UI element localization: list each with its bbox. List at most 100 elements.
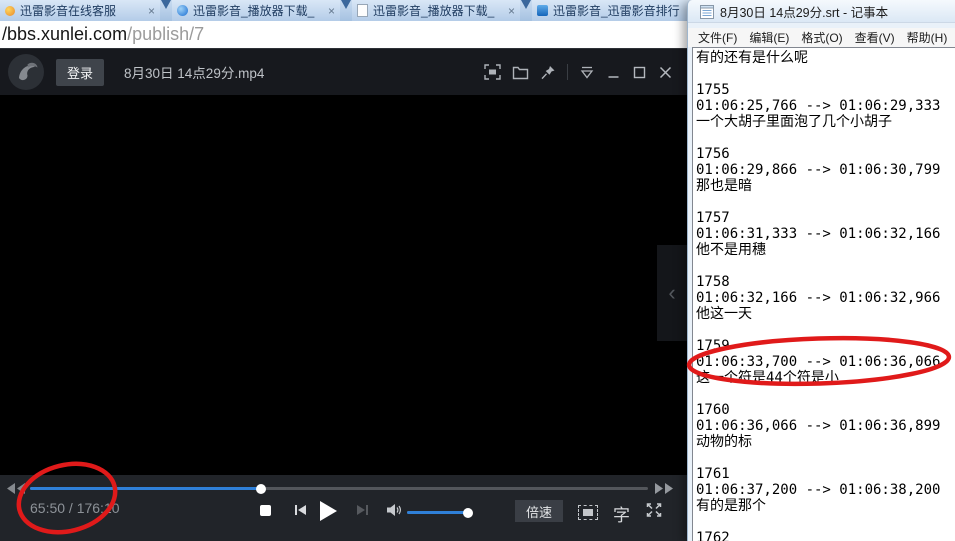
playback-speed-button[interactable]: 倍速 <box>515 500 563 522</box>
player-control-bar: 65:50 / 176:10 倍速 字 <box>0 475 687 541</box>
text-line: 1762 <box>696 530 730 541</box>
notepad-titlebar[interactable]: 8月30日 14点29分.srt - 记事本 <box>688 0 955 23</box>
text-line: 01:06:37,200 --> 01:06:38,200 <box>696 482 941 498</box>
text-line <box>696 450 955 466</box>
text-line: 1758 <box>696 274 730 290</box>
login-button[interactable]: 登录 <box>56 58 105 86</box>
text-line: 1761 <box>696 466 730 482</box>
text-line: 01:06:29,866 --> 01:06:30,799 <box>696 162 941 178</box>
url-host-text: /bbs.xunlei.com <box>2 24 128 44</box>
player-titlebar-icons <box>484 64 687 80</box>
notepad-window: 8月30日 14点29分.srt - 记事本 文件(F) 编辑(E) 格式(O) 查看… <box>687 0 955 541</box>
seek-forward-icon[interactable] <box>654 483 674 494</box>
menu-item[interactable]: 查看(V) <box>849 27 901 48</box>
volume-icon[interactable] <box>386 503 402 517</box>
tab-label: 迅雷影音_播放器下载_ <box>373 4 495 18</box>
text-line: 动物的标 <box>696 434 752 450</box>
text-line <box>696 194 955 210</box>
menu-item[interactable]: 编辑(E) <box>743 27 795 48</box>
progress-knob[interactable] <box>256 483 267 494</box>
titlebar-separator <box>567 64 568 80</box>
menu-item[interactable]: 文件(F) <box>692 27 743 48</box>
mini-window-icon-fill <box>583 509 593 516</box>
browser-tab[interactable]: 迅雷影音_播放器下载_ × <box>172 0 340 21</box>
text-line: 这一个符是44个符是小 <box>696 370 839 386</box>
previous-button[interactable] <box>294 504 307 516</box>
browser-tab[interactable]: 迅雷影音_迅雷影音排行× <box>532 0 704 21</box>
video-player-window: 登录 8月30日 14点29分.mp4 ‹ 65:50 / 176:10 倍速 … <box>0 48 687 541</box>
progress-bar[interactable] <box>30 483 648 494</box>
text-line: 1756 <box>696 146 730 162</box>
notepad-text-area[interactable]: 有的还有是什么呢 1755 01:06:25,766 --> 01:06:29,3… <box>692 47 955 541</box>
text-line: 1755 <box>696 82 730 98</box>
player-titlebar[interactable]: 登录 8月30日 14点29分.mp4 <box>0 48 687 95</box>
text-line: 一个大胡子里面泡了几个小胡子 <box>696 114 892 130</box>
favicon-page-icon <box>357 4 368 17</box>
open-file-icon[interactable] <box>512 65 529 80</box>
text-line <box>696 514 955 530</box>
main-menu-icon[interactable] <box>579 65 595 80</box>
mini-window-icon[interactable] <box>578 505 598 520</box>
minimize-icon[interactable] <box>606 65 621 80</box>
tab-label: 迅雷影音_播放器下载_ <box>193 4 315 18</box>
player-time-display: 65:50 / 176:10 <box>30 500 120 516</box>
tab-separator-icon <box>161 0 171 9</box>
mini-mode-icon[interactable] <box>484 64 501 80</box>
text-line <box>696 258 955 274</box>
screen: 迅雷影音在线客服 × 迅雷影音_播放器下载_ × 迅雷影音_播放器下载_ × 迅雷影音_迅雷… <box>0 0 955 541</box>
chevron-left-icon: ‹ <box>668 280 676 305</box>
text-line <box>696 322 955 338</box>
text-line: 有的是那个 <box>696 498 766 514</box>
text-line <box>696 386 955 402</box>
tab-close-icon[interactable]: × <box>508 4 515 18</box>
pin-icon[interactable] <box>540 65 556 80</box>
favicon-blue-swirl-icon <box>177 5 188 16</box>
browser-tab[interactable]: 迅雷影音_播放器下载_ × <box>352 0 520 21</box>
volume-knob[interactable] <box>462 507 473 518</box>
tab-separator-icon <box>341 0 351 9</box>
text-line: 他不是用穗 <box>696 242 766 258</box>
text-line: 01:06:36,066 --> 01:06:36,899 <box>696 418 941 434</box>
text-line: 1757 <box>696 210 730 226</box>
text-line: 01:06:31,333 --> 01:06:32,166 <box>696 226 941 242</box>
tab-separator-icon <box>521 0 531 9</box>
text-line: 有的还有是什么呢 <box>696 50 808 66</box>
notepad-title: 8月30日 14点29分.srt - 记事本 <box>720 5 889 20</box>
stop-button[interactable] <box>260 505 271 516</box>
text-line <box>696 66 955 82</box>
text-line: 01:06:25,766 --> 01:06:29,333 <box>696 98 941 114</box>
tab-label: 迅雷影音_迅雷影音排行 <box>553 4 680 18</box>
player-video-title: 8月30日 14点29分.mp4 <box>124 66 265 81</box>
text-line <box>696 130 955 146</box>
browser-url-bar[interactable]: /bbs.xunlei.com/publish/7 <box>0 21 689 48</box>
tab-label: 迅雷影音在线客服 <box>20 4 117 18</box>
tab-close-icon[interactable]: × <box>148 4 155 18</box>
text-line: 01:06:32,166 --> 01:06:32,966 <box>696 290 941 306</box>
url-path-text: /publish/7 <box>127 24 205 44</box>
volume-fill <box>407 511 468 514</box>
fullscreen-icon[interactable] <box>645 502 663 518</box>
tab-close-icon[interactable]: × <box>328 4 335 18</box>
progress-fill <box>30 487 262 490</box>
browser-tab[interactable]: 迅雷影音在线客服 × <box>0 0 160 21</box>
favicon-xunlei-icon <box>537 5 548 16</box>
player-logo-icon <box>8 54 44 90</box>
playlist-panel-toggle[interactable]: ‹ <box>657 245 687 341</box>
text-line: 1759 <box>696 338 730 354</box>
text-line: 1760 <box>696 402 730 418</box>
favicon-orange-icon <box>5 5 15 16</box>
notepad-menubar: 文件(F) 编辑(E) 格式(O) 查看(V) 帮助(H) <box>688 28 955 47</box>
close-icon[interactable] <box>658 65 673 80</box>
subtitle-button[interactable]: 字 <box>613 501 630 526</box>
text-line: 01:06:33,700 --> 01:06:36,066 <box>696 354 941 370</box>
play-button[interactable] <box>319 500 338 522</box>
menu-item[interactable]: 帮助(H) <box>901 27 954 48</box>
text-line: 那也是暗 <box>696 178 752 194</box>
volume-slider[interactable] <box>407 507 473 518</box>
maximize-icon[interactable] <box>632 65 647 80</box>
seek-backward-icon[interactable] <box>6 483 26 494</box>
next-button[interactable] <box>356 504 369 516</box>
notepad-app-icon <box>700 4 714 19</box>
menu-item[interactable]: 格式(O) <box>795 27 848 48</box>
text-line: 他这一天 <box>696 306 752 322</box>
